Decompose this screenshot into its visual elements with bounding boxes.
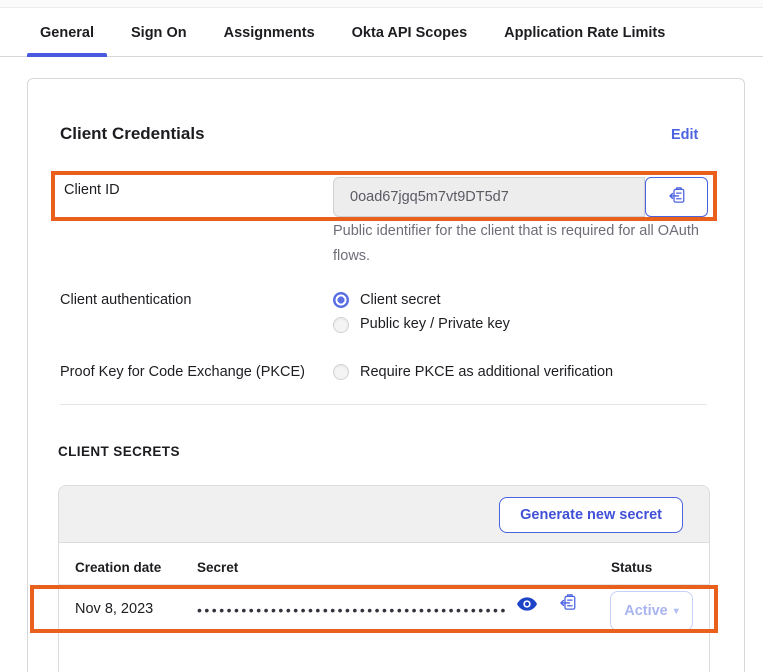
tab-okta-api-scopes[interactable]: Okta API Scopes <box>339 9 481 57</box>
active-tab-indicator <box>27 53 107 57</box>
table-header-separator <box>59 584 709 585</box>
client-id-value: 0oad67jgq5m7vt9DT5d7 <box>350 189 509 205</box>
eye-icon <box>517 598 537 615</box>
tab-application-rate-limits-label: Application Rate Limits <box>504 25 665 41</box>
okta-app-settings-page: General Sign On Assignments Okta API Sco… <box>0 0 763 672</box>
tab-general[interactable]: General <box>27 9 107 57</box>
tab-sign-on[interactable]: Sign On <box>118 9 200 57</box>
secret-creation-date: Nov 8, 2023 <box>75 601 153 617</box>
column-header-status: Status <box>611 560 652 575</box>
secret-masked-value: ••••••••••••••••••••••••••••••••••••••••… <box>197 602 508 618</box>
radio-public-private-key[interactable] <box>333 317 349 333</box>
tab-general-label: General <box>40 25 94 41</box>
column-header-creation-date: Creation date <box>75 560 161 575</box>
copy-secret-button[interactable] <box>559 593 583 617</box>
tab-assignments[interactable]: Assignments <box>211 9 328 57</box>
copy-client-id-button[interactable] <box>645 177 708 217</box>
tab-sign-on-label: Sign On <box>131 25 187 41</box>
top-divider <box>0 0 763 8</box>
pkce-option-label: Require PKCE as additional verification <box>360 364 613 380</box>
clipboard-copy-icon <box>559 598 577 615</box>
clipboard-copy-icon <box>668 186 686 209</box>
tab-okta-api-scopes-label: Okta API Scopes <box>352 25 468 41</box>
radio-client-secret[interactable] <box>333 292 349 308</box>
client-secrets-table: Generate new secret Creation date Secret… <box>58 485 710 672</box>
client-secrets-title: CLIENT SECRETS <box>58 444 180 459</box>
radio-public-private-key-label: Public key / Private key <box>360 316 510 332</box>
generate-new-secret-button[interactable]: Generate new secret <box>499 497 683 533</box>
tab-assignments-label: Assignments <box>224 25 315 41</box>
column-header-secret: Secret <box>197 560 238 575</box>
tab-bar: General Sign On Assignments Okta API Sco… <box>0 9 763 57</box>
chevron-down-icon: ▾ <box>674 606 679 617</box>
table-toolbar: Generate new secret <box>59 486 709 543</box>
client-id-label: Client ID <box>64 182 120 198</box>
client-id-help-text: Public identifier for the client that is… <box>333 219 705 268</box>
edit-link[interactable]: Edit <box>671 127 698 143</box>
client-credentials-title: Client Credentials <box>60 124 205 144</box>
reveal-secret-button[interactable] <box>517 597 541 617</box>
pkce-checkbox[interactable] <box>333 364 349 380</box>
client-id-value-field: 0oad67jgq5m7vt9DT5d7 <box>333 177 645 217</box>
section-divider <box>60 404 707 405</box>
status-label: Active <box>624 603 668 619</box>
status-dropdown[interactable]: Active ▾ <box>610 591 693 631</box>
client-authentication-label: Client authentication <box>60 292 191 308</box>
pkce-label: Proof Key for Code Exchange (PKCE) <box>60 364 305 380</box>
radio-client-secret-label: Client secret <box>360 292 441 308</box>
tab-application-rate-limits[interactable]: Application Rate Limits <box>491 9 678 57</box>
